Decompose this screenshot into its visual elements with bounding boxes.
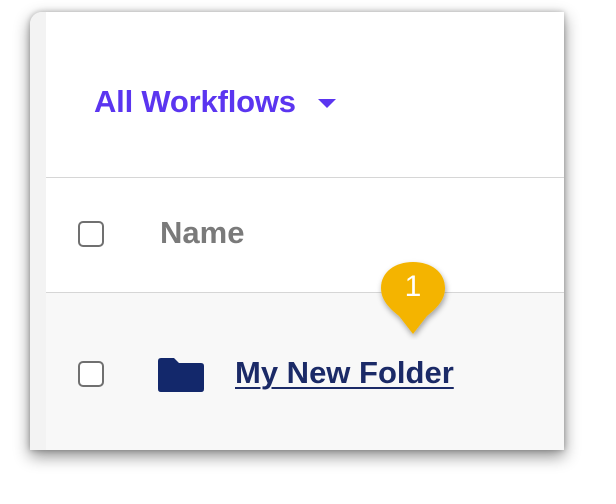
- table-row[interactable]: My New Folder: [46, 293, 564, 450]
- workflows-panel: All Workflows Name My New Folder: [30, 12, 564, 450]
- folder-name-link[interactable]: My New Folder: [235, 355, 454, 391]
- table-header-row: Name: [46, 178, 564, 293]
- panel-left-strip: [30, 12, 46, 450]
- panel-header: All Workflows: [46, 30, 564, 178]
- panel-content: All Workflows Name My New Folder: [46, 30, 564, 450]
- workflows-filter-label: All Workflows: [94, 84, 296, 119]
- select-all-checkbox[interactable]: [78, 221, 104, 247]
- workflows-filter-dropdown[interactable]: All Workflows: [94, 84, 336, 120]
- callout-number: 1: [404, 270, 422, 303]
- caret-down-icon: [317, 98, 336, 108]
- column-header-name[interactable]: Name: [160, 215, 244, 251]
- step-callout-badge: 1: [371, 256, 455, 340]
- screenshot-stage: All Workflows Name My New Folder 1: [0, 0, 616, 504]
- row-checkbox[interactable]: [78, 361, 104, 387]
- folder-icon: [158, 358, 204, 392]
